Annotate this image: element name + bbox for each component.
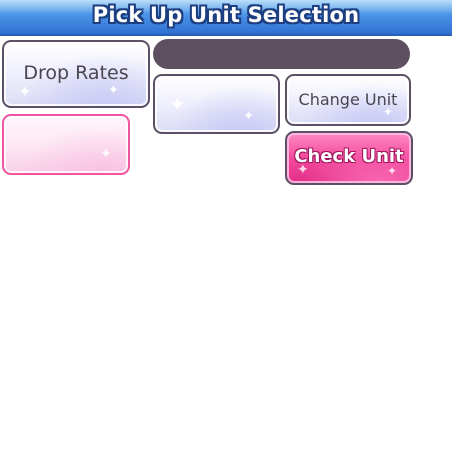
pickup-selection-screen: Pick Up Unit Selection ✦ ✦ Drop Rates ✦ …: [0, 0, 452, 452]
drop-rates-button[interactable]: ✦ ✦ Drop Rates: [2, 40, 150, 108]
change-unit-label: Change Unit: [298, 90, 398, 109]
unit-slot-button[interactable]: ✦ ✦: [153, 74, 280, 134]
drop-rates-label: Drop Rates: [23, 62, 129, 84]
change-unit-button[interactable]: ✦ Change Unit: [285, 74, 411, 126]
sparkle-icon: ✦: [18, 82, 32, 101]
unit-name-bar: [153, 39, 410, 69]
sparkle-icon: ✦: [108, 83, 119, 98]
page-title: Pick Up Unit Selection: [92, 3, 360, 27]
title-banner: Pick Up Unit Selection: [0, 0, 452, 36]
check-unit-label: Check Unit: [294, 146, 404, 167]
sparkle-icon: ✦: [169, 92, 186, 116]
sparkle-icon: ✦: [243, 109, 254, 124]
check-unit-button[interactable]: ✦ ✦ Check Unit: [285, 131, 413, 185]
unit-slot-pink[interactable]: ✦: [2, 114, 130, 175]
sparkle-icon: ✦: [100, 146, 112, 162]
